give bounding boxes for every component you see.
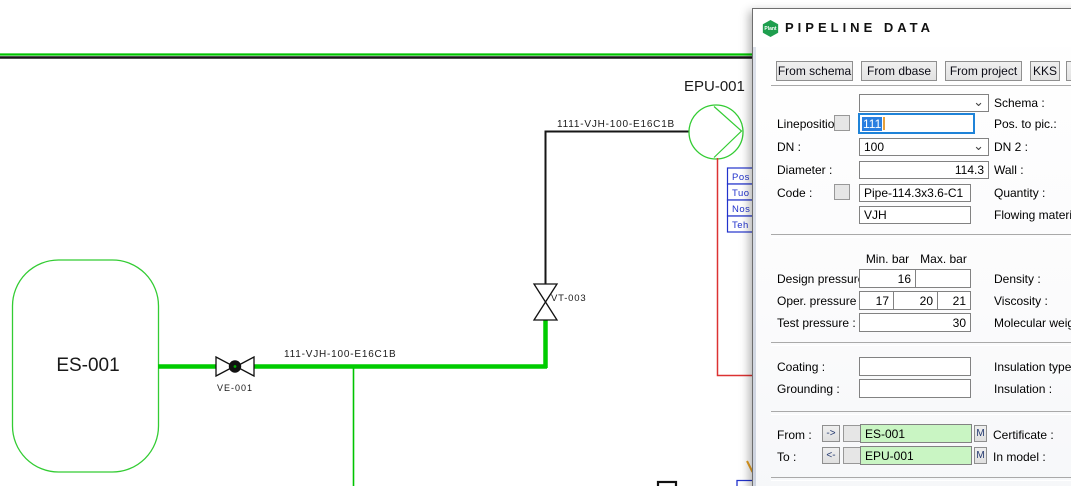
insulation-type-label: Insulation type : (994, 360, 1071, 374)
dn-combobox[interactable]: 100 ⌄ (859, 138, 989, 156)
in-model-label: In model : (993, 450, 1046, 464)
green-pipe-tag: 111-VJH-100-E16C1B (284, 349, 396, 360)
density-label: Density : (994, 272, 1041, 286)
to-model-button[interactable]: M (974, 447, 987, 464)
coating-field[interactable] (859, 357, 971, 376)
insulation-label: Insulation : (994, 382, 1053, 396)
lineposition-label: Lineposition (777, 117, 842, 131)
vessel-label: ES-001 (56, 355, 119, 376)
from-arrow-button[interactable]: -> (822, 425, 840, 442)
code-field[interactable]: Pipe-114.3x3.6-C1 (859, 184, 971, 202)
schema-combobox[interactable]: ⌄ (859, 94, 989, 112)
from-schema-button[interactable]: From schema (776, 61, 853, 81)
dialog-title: PIPELINE DATA (785, 20, 935, 35)
wall-label: Wall : (994, 163, 1024, 177)
black-pipe-tag: 1111-VJH-100-E16C1B (557, 119, 675, 130)
grounding-label: Grounding : (777, 382, 840, 396)
chevron-down-icon: ⌄ (973, 94, 984, 109)
info-table-row: Nos (732, 204, 750, 215)
separator (771, 85, 1071, 89)
clipped-toolbar-button[interactable] (1066, 61, 1071, 81)
pump-epu-001[interactable] (688, 104, 744, 160)
kks-button[interactable]: KKS (1030, 61, 1060, 81)
info-table-row: Tuo (732, 188, 750, 199)
design-pressure-label: Design pressure : (777, 272, 872, 286)
pos-to-pic-label: Pos. to pic.: (994, 117, 1057, 131)
to-label: To : (777, 450, 797, 464)
pump-label: EPU-001 (684, 78, 745, 95)
dn-value: 100 (864, 140, 885, 154)
coating-label: Coating : (777, 360, 826, 374)
clipped-symbol-black (656, 480, 678, 486)
valve-ve-001-label: VE-001 (217, 383, 253, 393)
certificate-label: Certificate : (993, 428, 1054, 442)
valve-ve-001[interactable] (215, 355, 255, 378)
valve-vt-003-label: VT-003 (551, 293, 586, 304)
oper-pressure-mid-field[interactable]: 20 (893, 291, 938, 310)
viscosity-label: Viscosity : (994, 294, 1048, 308)
material-code-field[interactable]: VJH (859, 206, 971, 224)
to-arrow-button[interactable]: <- (822, 447, 840, 464)
flowing-material-label: Flowing material (994, 208, 1071, 222)
design-pressure-min-field[interactable]: 16 (859, 269, 916, 288)
to-field[interactable]: EPU-001 (860, 446, 972, 465)
separator (771, 342, 1071, 346)
max-bar-header: Max. bar (920, 252, 967, 266)
oper-pressure-label: Oper. pressure : (777, 294, 864, 308)
clipped-symbol-blue (736, 479, 753, 486)
dialog-titlebar[interactable]: Plant PIPELINE DATA (753, 9, 1071, 47)
diameter-label: Diameter : (777, 163, 833, 177)
lineposition-picker-button[interactable] (834, 115, 850, 131)
test-pressure-field[interactable]: 30 (859, 313, 971, 332)
separator (771, 234, 1071, 238)
app-window: ES-001 VE-001 111-VJH-100-E16C1B VT-003 … (0, 0, 1071, 486)
dn2-label: DN 2 : (994, 140, 1029, 154)
test-pressure-label: Test pressure : (777, 316, 856, 330)
schema-label: Schema : (994, 96, 1045, 110)
info-table-row: Teh (732, 220, 749, 231)
design-pressure-max-field[interactable] (915, 269, 971, 288)
pipeline-data-dialog: Plant PIPELINE DATA From schema From dba… (752, 8, 1071, 486)
molecular-weight-label: Molecular weight (994, 316, 1071, 330)
text-caret (883, 117, 886, 130)
oper-pressure-min-field[interactable]: 17 (859, 291, 894, 310)
plant-app-icon: Plant (762, 20, 779, 37)
grounding-field[interactable] (859, 379, 971, 398)
from-label: From : (777, 428, 812, 442)
quantity-label: Quantity : (994, 186, 1046, 200)
from-dbase-button[interactable]: From dbase (861, 61, 937, 81)
from-field[interactable]: ES-001 (860, 424, 972, 443)
info-table-row: Pos (732, 172, 750, 183)
oper-pressure-max-field[interactable]: 21 (937, 291, 971, 310)
lineposition-field[interactable]: 111 (858, 113, 975, 134)
black-pipe[interactable] (544, 130, 690, 285)
code-label: Code : (777, 186, 813, 200)
from-model-button[interactable]: M (974, 425, 987, 442)
separator (771, 477, 1071, 481)
diameter-field[interactable]: 114.3 (859, 161, 989, 179)
code-picker-button[interactable] (834, 184, 850, 200)
min-bar-header: Min. bar (865, 252, 910, 266)
separator (771, 411, 1071, 415)
lineposition-selected-text: 111 (862, 116, 883, 131)
from-project-button[interactable]: From project (945, 61, 1022, 81)
dn-label: DN : (777, 140, 801, 154)
chevron-down-icon: ⌄ (973, 138, 984, 153)
